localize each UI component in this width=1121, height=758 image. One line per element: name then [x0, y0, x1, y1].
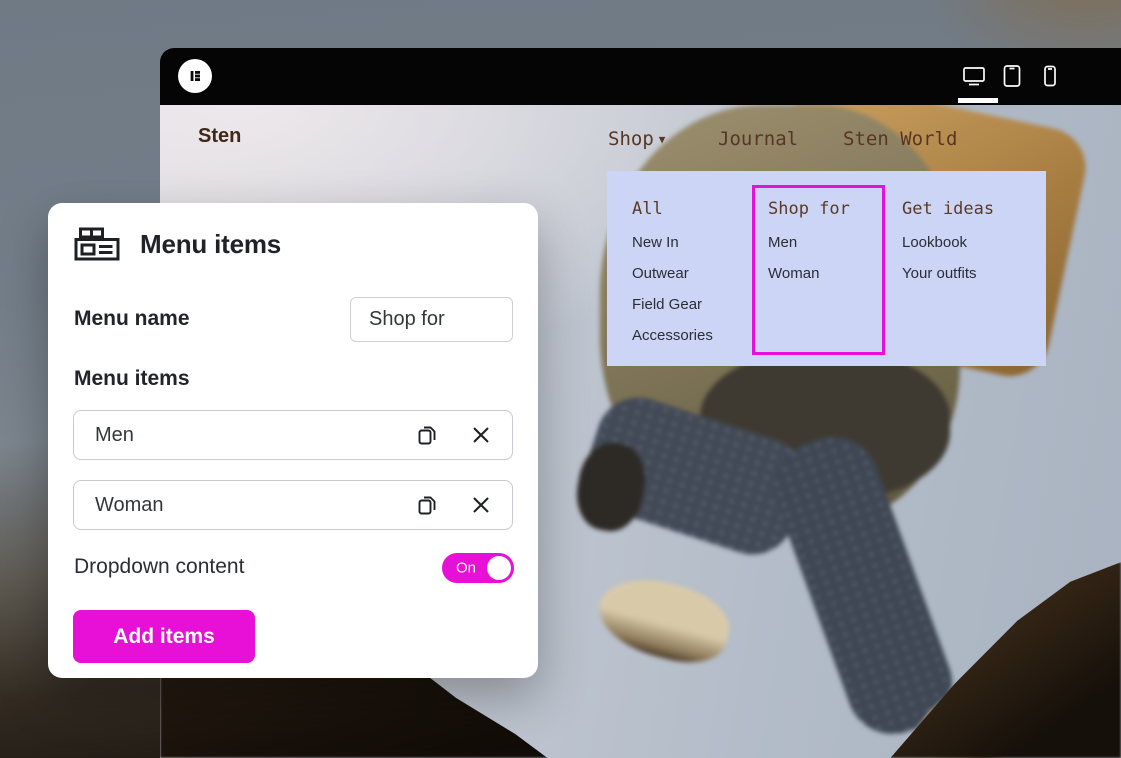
mega-menu-item[interactable]: Men [768, 227, 819, 258]
menu-items-panel: Menu items Menu name Menu items [48, 203, 538, 678]
elementor-logo-icon [185, 66, 205, 86]
device-mobile-button[interactable] [1037, 63, 1063, 89]
menu-item-input-men[interactable] [74, 424, 414, 447]
hiker-right-leg [761, 424, 965, 747]
screenshot-canvas: Sten Shop▼ Journal Sten World All New In… [0, 0, 1121, 758]
remove-item-button[interactable] [468, 492, 494, 518]
mega-menu-dropdown: All New In Outwear Field Gear Accessorie… [607, 171, 1046, 366]
menu-name-input[interactable] [350, 297, 513, 342]
menu-item-row [73, 410, 513, 460]
nav-link-journal[interactable]: Journal [718, 128, 798, 150]
hiker-left-shoe [591, 567, 738, 673]
tablet-icon [1001, 64, 1023, 88]
nav-link-shop[interactable]: Shop▼ [608, 128, 665, 150]
mega-menu-item[interactable]: Accessories [632, 320, 713, 351]
menu-name-label: Menu name [74, 307, 190, 331]
active-device-indicator [958, 98, 998, 103]
mega-menu-header-get-ideas[interactable]: Get ideas [902, 199, 994, 219]
mega-menu-item[interactable]: Outwear [632, 258, 713, 289]
mega-menu-item[interactable]: Field Gear [632, 289, 713, 320]
menu-items-label: Menu items [74, 367, 190, 391]
copy-icon [415, 423, 439, 447]
dropdown-arrow-icon: ▼ [659, 133, 666, 146]
toggle-knob [487, 556, 511, 580]
dropdown-content-label: Dropdown content [74, 555, 244, 579]
site-brand[interactable]: Sten [198, 125, 241, 148]
editor-toolbar [160, 48, 1121, 105]
mega-menu-item[interactable]: Lookbook [902, 227, 977, 258]
remove-item-button[interactable] [468, 422, 494, 448]
dropdown-content-toggle[interactable]: On [442, 553, 514, 583]
mobile-icon [1041, 64, 1059, 88]
desktop-icon [961, 64, 987, 88]
close-icon [470, 424, 492, 446]
menu-item-input-woman[interactable] [74, 494, 414, 517]
elementor-logo[interactable] [178, 59, 212, 93]
mega-menu-item[interactable]: New In [632, 227, 713, 258]
nav-link-sten-world[interactable]: Sten World [843, 128, 957, 150]
duplicate-item-button[interactable] [414, 492, 440, 518]
device-mode-switcher [961, 63, 1063, 89]
menu-item-row [73, 480, 513, 530]
panel-title: Menu items [140, 229, 281, 260]
mega-menu-header-all[interactable]: All [632, 199, 663, 219]
copy-icon [415, 493, 439, 517]
close-icon [470, 494, 492, 516]
duplicate-item-button[interactable] [414, 422, 440, 448]
device-desktop-button[interactable] [961, 63, 987, 89]
mega-menu-header-shop-for[interactable]: Shop for [768, 199, 850, 219]
panel-header: Menu items [74, 227, 281, 261]
toggle-state-label: On [456, 560, 476, 577]
device-tablet-button[interactable] [999, 63, 1025, 89]
menu-items-icon [74, 227, 120, 261]
mega-menu-item[interactable]: Your outfits [902, 258, 977, 289]
add-items-button[interactable]: Add items [73, 610, 255, 663]
mega-menu-item[interactable]: Woman [768, 258, 819, 289]
